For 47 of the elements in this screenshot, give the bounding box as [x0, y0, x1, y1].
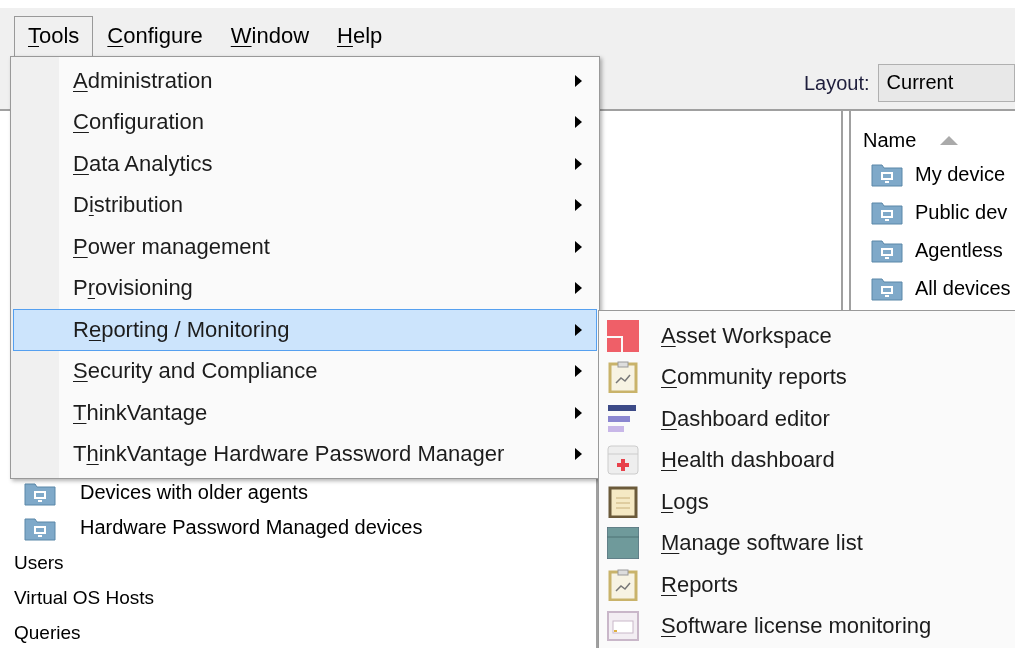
window-icon [607, 611, 639, 642]
menu-item[interactable]: Administration [13, 60, 597, 102]
menu-item[interactable]: Configuration [13, 101, 597, 143]
menu-item[interactable]: Security and Compliance [13, 350, 597, 392]
menu-item[interactable]: Logs [661, 488, 709, 515]
menu-item[interactable]: Provisioning [13, 267, 597, 309]
list-item[interactable]: My device [915, 162, 1006, 186]
menu-item[interactable]: Power management [13, 226, 597, 268]
menu-bar-item[interactable]: Tools [14, 16, 94, 57]
menu-item[interactable]: Dashboard editor [661, 405, 830, 432]
box-icon [607, 527, 639, 560]
layout-label: Layout: [804, 71, 870, 95]
menu-item[interactable]: Distribution [13, 184, 597, 226]
folder-computer-icon [871, 275, 903, 301]
bars-icon [608, 404, 638, 433]
layout-dropdown[interactable]: Current [877, 64, 1015, 102]
tree-item[interactable]: Users [14, 551, 64, 574]
folder-computer-icon [871, 161, 903, 187]
menu-item[interactable]: Health dashboard [661, 447, 835, 474]
folder-computer-icon [871, 237, 903, 263]
clipboard-chart-icon [608, 568, 638, 601]
menu-bar-item[interactable]: Help [323, 16, 397, 57]
tree-item[interactable]: Virtual OS Hosts [14, 586, 155, 609]
menu-item[interactable]: Reports [661, 571, 739, 598]
menu-bar-item[interactable]: Window [216, 16, 323, 57]
menu-item[interactable]: Community reports [661, 364, 847, 391]
menu-item[interactable]: Reporting / Monitoring [13, 309, 597, 351]
menu-item[interactable]: Data Analytics [13, 143, 597, 185]
column-header[interactable]: Name [863, 128, 917, 152]
first-aid-kit-icon [607, 445, 639, 476]
tree-item[interactable]: Queries [14, 621, 81, 644]
list-item[interactable]: Agentless [915, 238, 1003, 262]
clipboard-icon [608, 485, 638, 518]
menu-item[interactable]: Software license monitoring [661, 613, 932, 640]
list-item[interactable]: Public dev [915, 200, 1008, 224]
tree-item[interactable]: Hardware Password Managed devices [80, 516, 423, 539]
menu-bar-item[interactable]: Configure [93, 16, 217, 57]
tile-icon [607, 319, 639, 352]
list-item[interactable]: All devices [915, 276, 1011, 300]
tree-item[interactable]: Devices with older agents [80, 481, 308, 504]
clipboard-chart-icon [608, 361, 638, 394]
menu-item[interactable]: ThinkVantage Hardware Password Manager [13, 433, 597, 475]
menu-item[interactable]: Manage software list [661, 530, 863, 557]
menu-item[interactable]: ThinkVantage [13, 392, 597, 434]
folder-computer-icon [871, 199, 903, 225]
sort-arrow-icon [940, 135, 959, 145]
menu-item[interactable]: Asset Workspace [661, 322, 832, 349]
